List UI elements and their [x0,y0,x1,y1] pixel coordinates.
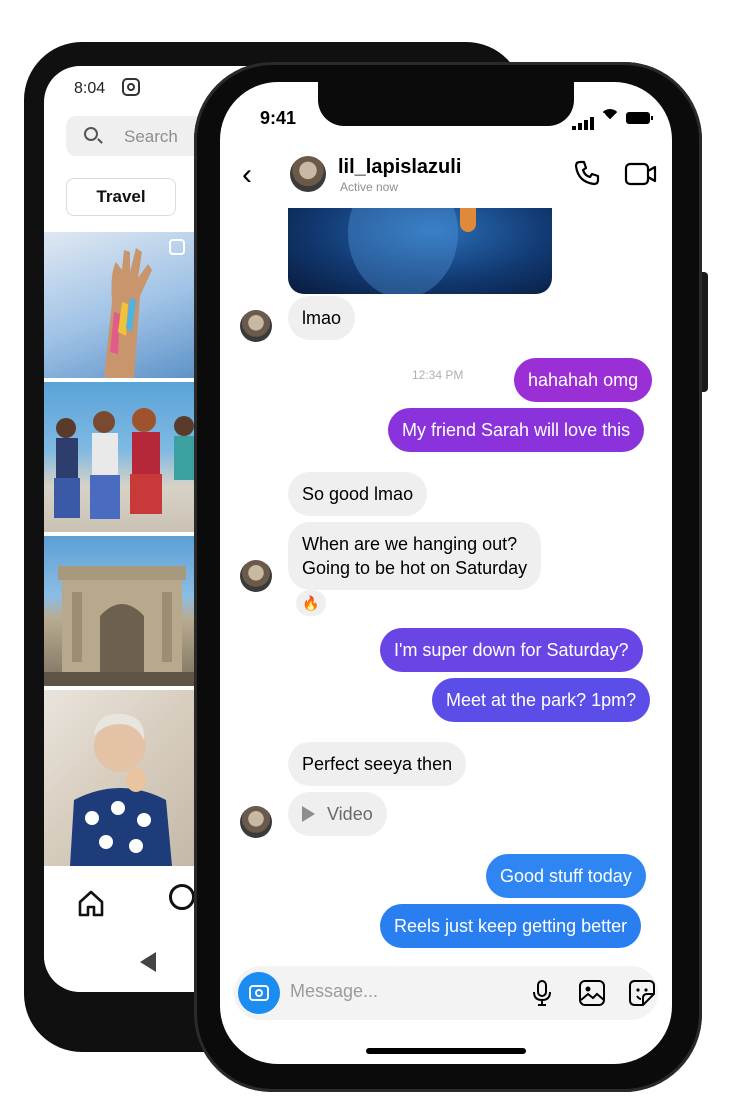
message-timestamp: 12:34 PM [412,368,464,382]
back-chevron-icon[interactable]: ‹ [242,160,252,190]
status-time: 9:41 [260,108,297,128]
phone-side-button [702,272,708,392]
battery-icon [626,112,653,124]
message-input[interactable]: Message... [290,981,378,1002]
avatar [240,806,272,838]
message-bubble-outgoing[interactable]: hahahah omg [514,358,653,402]
back-triangle-icon[interactable] [140,952,156,972]
instagram-notification-icon [122,78,140,96]
microphone-icon[interactable] [530,979,554,1007]
chat-username[interactable]: lil_lapislazuli [338,156,461,179]
explore-tile[interactable] [44,232,194,378]
message-bubble-incoming[interactable]: Perfect seeya then [288,742,467,786]
message-bubble-outgoing[interactable]: Good stuff today [486,854,646,898]
back-status-time: 8:04 [74,80,106,97]
message-bubble-incoming[interactable]: When are we hanging out? Going to be hot… [288,522,542,590]
video-message[interactable]: Video [288,792,387,836]
fire-reaction[interactable]: 🔥 [296,590,326,616]
explore-tile[interactable] [44,690,194,866]
sticker-icon[interactable] [628,979,656,1007]
explore-tile[interactable] [44,536,194,686]
home-indicator[interactable] [366,1048,526,1054]
avatar [240,560,272,592]
play-icon [302,806,315,822]
header-avatar[interactable] [290,156,326,192]
message-bubble-outgoing[interactable]: Reels just keep getting better [380,904,642,948]
explore-tile[interactable] [44,382,194,532]
avatar [240,310,272,342]
video-call-icon[interactable] [624,160,658,188]
gallery-icon[interactable] [578,979,606,1007]
camera-icon[interactable] [238,972,280,1014]
search-icon [84,127,98,141]
search-nav-icon[interactable] [169,884,195,910]
message-composer: Message... [234,966,658,1020]
message-bubble-incoming[interactable]: So good lmao [288,472,428,516]
signal-icon [572,112,596,130]
video-label: Video [327,804,373,824]
message-bubble-outgoing[interactable]: I'm super down for Saturday? [380,628,643,672]
chat-header: ‹ lil_lapislazuli Active now [220,142,672,208]
message-bubble-outgoing[interactable]: Meet at the park? 1pm? [432,678,651,722]
message-line: Going to be hot on Saturday [302,558,528,578]
travel-chip[interactable]: Travel [66,178,176,216]
message-thread: lmao 12:34 PM hahahah omg My friend Sara… [220,82,672,1064]
explore-search-placeholder: Search [124,127,178,146]
phone-notch [318,82,574,126]
dm-screen: lmao 12:34 PM hahahah omg My friend Sara… [220,82,672,1064]
wifi-icon [600,109,620,125]
phone-icon[interactable] [572,158,602,188]
active-status: Active now [340,180,399,194]
home-icon[interactable] [76,888,106,918]
message-bubble-outgoing[interactable]: My friend Sarah will love this [388,408,645,452]
message-line: When are we hanging out? [302,534,518,554]
message-bubble-incoming[interactable]: lmao [288,296,356,340]
